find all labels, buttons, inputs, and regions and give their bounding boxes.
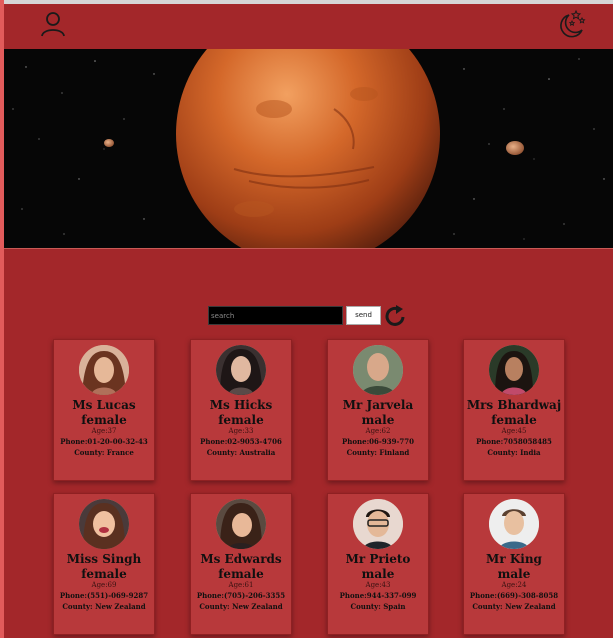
person-name: Ms Edwards <box>200 552 282 566</box>
person-phone: Phone:(669)-308-8058 <box>469 591 559 600</box>
person-county: County: France <box>74 448 134 457</box>
person-age: Age:37 <box>91 427 117 435</box>
person-county: County: Finland <box>346 448 410 457</box>
person-county: County: New Zealand <box>199 602 283 611</box>
person-gender: male <box>361 413 395 427</box>
person-name: Mrs Bhardwaj <box>466 398 562 412</box>
refresh-icon[interactable] <box>384 304 408 328</box>
avatar <box>489 345 539 395</box>
person-card[interactable]: Ms Edwards female Age:61 Phone:(705)-206… <box>190 493 292 635</box>
person-name: Ms Lucas <box>72 398 136 412</box>
person-phone: Phone:06-939-770 <box>342 437 414 446</box>
person-card[interactable]: Ms Lucas female Age:37 Phone:01-20-00-32… <box>53 339 155 481</box>
person-age: Age:43 <box>365 581 391 589</box>
person-county: County: Australia <box>206 448 276 457</box>
person-county: County: New Zealand <box>472 602 556 611</box>
top-bar <box>4 4 613 49</box>
person-gender: female <box>81 413 127 427</box>
person-phone: Phone:944-337-099 <box>339 591 417 600</box>
person-gender: female <box>491 413 537 427</box>
person-name: Miss Singh <box>66 552 142 566</box>
person-age: Age:61 <box>228 581 254 589</box>
person-card[interactable]: Mr King male Age:24 Phone:(669)-308-8058… <box>463 493 565 635</box>
hero-banner <box>4 49 613 248</box>
avatar <box>489 499 539 549</box>
person-phone: Phone:(705)-206-3355 <box>196 591 286 600</box>
person-phone: Phone:01-20-00-32-43 <box>60 437 148 446</box>
person-county: County: Spain <box>350 602 406 611</box>
person-name: Ms Hicks <box>209 398 273 412</box>
person-age: Age:69 <box>91 581 117 589</box>
person-gender: female <box>81 567 127 581</box>
person-age: Age:33 <box>228 427 254 435</box>
person-card[interactable]: Miss Singh female Age:69 Phone:(551)-069… <box>53 493 155 635</box>
person-gender: female <box>218 413 264 427</box>
person-phone: Phone:7058058485 <box>476 437 552 446</box>
person-age: Age:24 <box>501 581 527 589</box>
person-county: County: India <box>487 448 541 457</box>
person-gender: male <box>361 567 395 581</box>
search-input[interactable] <box>208 306 343 325</box>
person-gender: female <box>218 567 264 581</box>
send-button[interactable]: send <box>346 306 381 325</box>
person-name: Mr King <box>486 552 542 566</box>
person-gender: male <box>497 567 531 581</box>
person-phone: Phone:(551)-069-9287 <box>59 591 149 600</box>
avatar <box>353 345 403 395</box>
person-card[interactable]: Mrs Bhardwaj female Age:45 Phone:7058058… <box>463 339 565 481</box>
mars-planet-image <box>4 49 613 248</box>
hero-bottom-border <box>4 248 613 249</box>
avatar <box>353 499 403 549</box>
person-card[interactable]: Mr Prieto male Age:43 Phone:944-337-099 … <box>327 493 429 635</box>
person-card[interactable]: Ms Hicks female Age:33 Phone:02-9053-470… <box>190 339 292 481</box>
person-phone: Phone:02-9053-4706 <box>200 437 282 446</box>
person-name: Mr Jarvela <box>342 398 414 412</box>
person-age: Age:62 <box>365 427 391 435</box>
avatar <box>216 345 266 395</box>
person-name: Mr Prieto <box>345 552 411 566</box>
person-card[interactable]: Mr Jarvela male Age:62 Phone:06-939-770 … <box>327 339 429 481</box>
person-age: Age:45 <box>501 427 527 435</box>
avatar <box>79 499 129 549</box>
user-icon[interactable] <box>40 11 66 37</box>
avatar <box>216 499 266 549</box>
moon-stars-icon[interactable] <box>557 9 587 39</box>
person-county: County: New Zealand <box>62 602 146 611</box>
avatar <box>79 345 129 395</box>
